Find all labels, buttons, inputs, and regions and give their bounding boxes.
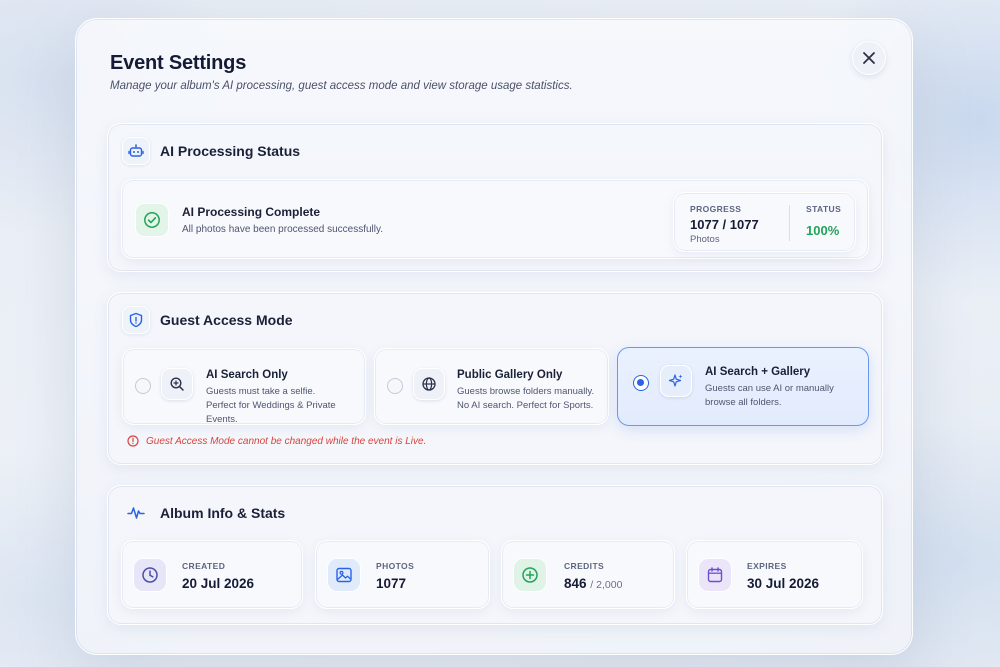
shield-icon	[122, 306, 150, 334]
album-info-title: Album Info & Stats	[160, 505, 286, 521]
event-settings-modal: Event Settings Manage your album's AI pr…	[75, 18, 913, 655]
option-public-gallery-only[interactable]: Public Gallery Only Guests browse folder…	[374, 348, 609, 425]
status-value: 100%	[806, 223, 840, 238]
close-icon	[863, 52, 875, 64]
progress-panel: PROGRESS 1077 / 1077 Photos STATUS 100%	[673, 192, 856, 252]
stat-value: 20 Jul 2026	[182, 576, 255, 591]
stat-card-created: CREATED 20 Jul 2026	[121, 540, 303, 609]
option-radio-ai-search-gallery[interactable]	[633, 375, 649, 391]
stat-caption: CREDITS	[564, 561, 605, 571]
stat-card-credits: CREDITS 846 / 2,000	[501, 540, 675, 609]
stat-value: 30 Jul 2026	[747, 576, 820, 591]
option-title: AI Search Only	[206, 369, 288, 381]
credits-total: / 2,000	[590, 579, 623, 591]
guest-access-section: Guest Access Mode AI Search Only Guests …	[107, 292, 883, 465]
modal-subtitle: Manage your album's AI processing, guest…	[110, 80, 573, 92]
stat-caption: EXPIRES	[747, 561, 787, 571]
status-caption: STATUS	[806, 204, 842, 214]
guest-access-warning: Guest Access Mode cannot be changed whil…	[127, 435, 426, 447]
stat-value: 846 / 2,000	[564, 576, 622, 591]
sparkles-icon	[660, 365, 692, 397]
check-circle-icon	[135, 203, 169, 237]
option-title: AI Search + Gallery	[705, 366, 811, 378]
progress-divider	[789, 205, 790, 241]
modal-title: Event Settings	[110, 52, 247, 74]
progress-caption: PROGRESS	[690, 204, 742, 214]
image-icon	[327, 558, 361, 592]
option-desc-line2: browse all folders.	[705, 397, 782, 408]
plus-circle-icon	[513, 558, 547, 592]
album-info-section: Album Info & Stats CREATED 20 Jul 2026 P…	[107, 485, 883, 625]
option-ai-search-gallery[interactable]: AI Search + Gallery Guests can use AI or…	[617, 347, 869, 426]
option-desc-line1: Guests browse folders manually.	[457, 386, 595, 397]
calendar-icon	[698, 558, 732, 592]
ai-status-desc: All photos have been processed successfu…	[182, 224, 384, 235]
ai-status-card: AI Processing Complete All photos have b…	[121, 179, 869, 259]
credits-used: 846	[564, 576, 587, 591]
stat-caption: PHOTOS	[376, 561, 415, 571]
stat-value: 1077	[376, 576, 407, 591]
stat-card-photos: PHOTOS 1077	[315, 540, 490, 609]
progress-value: 1077 / 1077	[690, 217, 759, 232]
ai-processing-title: AI Processing Status	[160, 143, 301, 159]
option-desc-line2: No AI search. Perfect for Sports.	[457, 400, 594, 411]
alert-circle-icon	[127, 435, 139, 447]
option-desc-line1: Guests can use AI or manually	[705, 383, 834, 394]
globe-icon	[413, 368, 445, 400]
clock-icon	[133, 558, 167, 592]
stat-card-expires: EXPIRES 30 Jul 2026	[686, 540, 863, 609]
activity-icon	[122, 499, 150, 527]
close-button[interactable]	[852, 41, 886, 75]
option-ai-search-only[interactable]: AI Search Only Guests must take a selfie…	[122, 348, 366, 425]
progress-unit: Photos	[690, 234, 720, 245]
robot-icon	[122, 137, 150, 165]
guest-access-title: Guest Access Mode	[160, 312, 293, 328]
option-radio-public-gallery[interactable]	[387, 378, 403, 394]
ai-processing-section: AI Processing Status AI Processing Compl…	[107, 123, 883, 272]
stat-caption: CREATED	[182, 561, 226, 571]
warning-text: Guest Access Mode cannot be changed whil…	[146, 435, 427, 447]
option-title: Public Gallery Only	[457, 369, 563, 381]
search-zoom-icon	[161, 368, 193, 400]
option-desc-line1: Guests must take a selfie.	[206, 386, 316, 397]
option-radio-ai-search[interactable]	[135, 378, 151, 394]
option-desc-line2: Perfect for Weddings & Private Events.	[206, 400, 336, 425]
ai-status-title: AI Processing Complete	[182, 205, 321, 219]
